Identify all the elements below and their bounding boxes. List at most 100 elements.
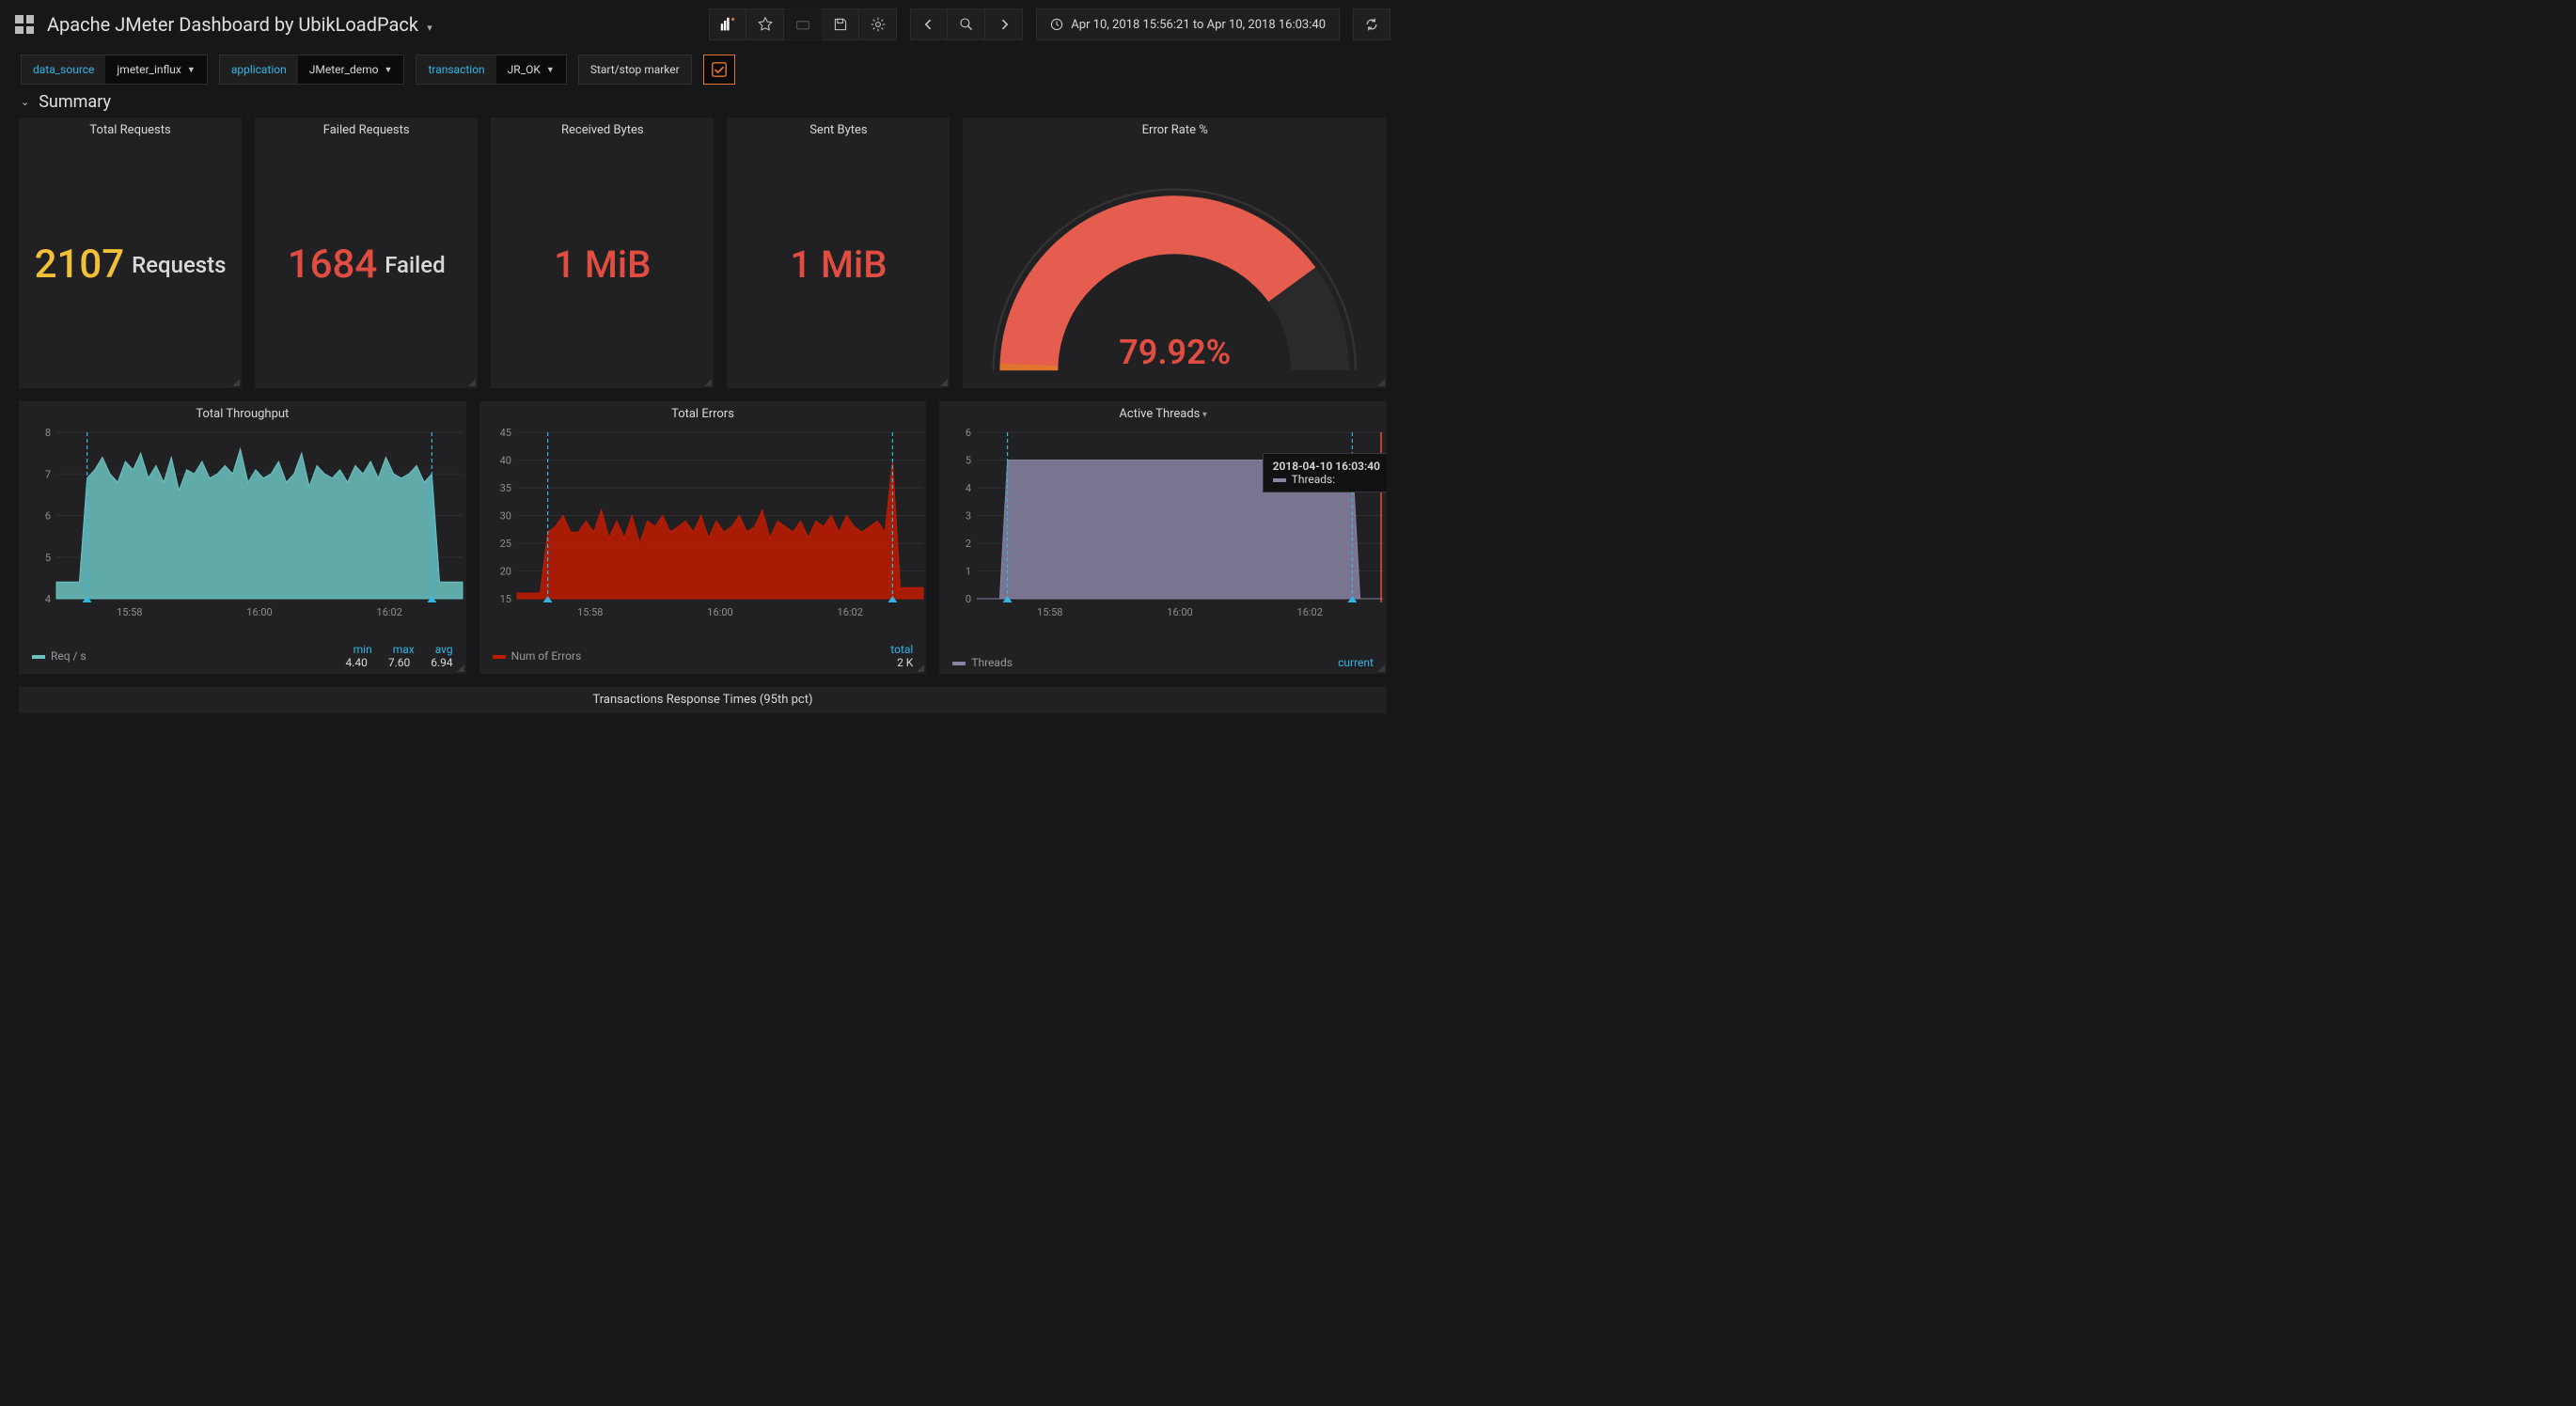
panel-legend: Threads current <box>939 653 1387 674</box>
legend-label: Num of Errors <box>511 649 582 663</box>
svg-text:16:02: 16:02 <box>377 606 402 618</box>
chevron-down-icon: ▼ <box>385 65 393 75</box>
panel-title: Total Errors <box>479 401 927 425</box>
add-panel-button[interactable] <box>709 8 746 40</box>
share-button[interactable] <box>784 8 822 40</box>
panel-row-3: Transactions Response Times (95th pct) <box>0 687 1406 713</box>
svg-text:4: 4 <box>45 593 51 605</box>
settings-button[interactable] <box>859 8 897 40</box>
chart-area[interactable]: 012345615:5816:0016:02 2018-04-10 16:03:… <box>939 425 1387 653</box>
svg-text:40: 40 <box>499 455 510 467</box>
resize-handle[interactable] <box>704 379 712 386</box>
resize-handle[interactable] <box>232 379 240 386</box>
svg-text:16:02: 16:02 <box>1297 606 1323 618</box>
time-next-button[interactable] <box>985 8 1023 40</box>
var-transaction[interactable]: transaction JR_OK▼ <box>416 55 566 85</box>
var-application[interactable]: application JMeter_demo ▼ <box>219 55 405 85</box>
svg-text:7: 7 <box>45 468 51 480</box>
chevron-down-icon: ▾ <box>427 22 432 34</box>
refresh-button[interactable] <box>1353 8 1390 40</box>
svg-text:8: 8 <box>45 429 51 439</box>
svg-text:25: 25 <box>499 538 510 550</box>
panel-total-throughput[interactable]: Total Throughput 4567815:5816:0016:02 Re… <box>19 401 466 674</box>
resize-handle[interactable] <box>917 664 924 672</box>
resize-handle[interactable] <box>457 664 464 672</box>
save-button[interactable] <box>822 8 859 40</box>
panel-total-requests[interactable]: Total Requests 2107 Requests <box>19 117 242 388</box>
panel-row-1: Total Requests 2107 Requests Failed Requ… <box>0 117 1406 388</box>
svg-text:45: 45 <box>499 429 510 439</box>
chart-area[interactable]: 4567815:5816:0016:02 <box>19 425 466 640</box>
svg-text:16:02: 16:02 <box>837 606 862 618</box>
svg-text:35: 35 <box>499 482 510 494</box>
legend-swatch <box>493 655 506 659</box>
template-variable-row: data_source jmeter_influx ▼ application J… <box>0 49 1406 90</box>
var-label: Start/stop marker <box>579 55 691 84</box>
svg-text:15:58: 15:58 <box>1037 606 1062 618</box>
var-data-source[interactable]: data_source jmeter_influx ▼ <box>21 55 208 85</box>
svg-text:16:00: 16:00 <box>246 606 272 618</box>
legend-swatch <box>32 655 45 659</box>
stat-suffix: Failed <box>385 252 445 278</box>
marker-toggle-button[interactable] <box>703 55 735 85</box>
var-label: data_source <box>22 55 105 84</box>
svg-text:30: 30 <box>499 510 510 523</box>
chevron-down-icon: ▼ <box>187 65 196 75</box>
svg-text:6: 6 <box>45 510 51 523</box>
panel-active-threads[interactable]: Active Threads 012345615:5816:0016:02 20… <box>939 401 1387 674</box>
panel-title: Total Throughput <box>19 401 466 425</box>
var-label: application <box>220 55 298 84</box>
dashboard-grid-icon[interactable] <box>15 15 34 34</box>
svg-text:4: 4 <box>966 482 971 494</box>
time-prev-button[interactable] <box>910 8 948 40</box>
legend-swatch <box>952 662 966 665</box>
panel-title: Received Bytes <box>491 117 714 141</box>
dashboard-title[interactable]: Apache JMeter Dashboard by UbikLoadPack … <box>47 13 432 36</box>
stat-value: 1 MiB <box>554 242 651 287</box>
panel-title: Failed Requests <box>255 117 478 141</box>
panel-legend: Req / s minmaxavg 4.407.606.94 <box>19 640 466 674</box>
var-label: transaction <box>416 55 495 84</box>
svg-text:0: 0 <box>966 593 971 605</box>
svg-text:5: 5 <box>966 455 971 467</box>
row-header-summary[interactable]: ⌄ Summary <box>0 90 1406 117</box>
panel-response-times[interactable]: Transactions Response Times (95th pct) <box>19 687 1387 713</box>
resize-handle[interactable] <box>1377 379 1385 386</box>
panel-total-errors[interactable]: Total Errors 1520253035404515:5816:0016:… <box>479 401 927 674</box>
panel-title: Active Threads <box>939 401 1387 425</box>
svg-text:15: 15 <box>499 593 510 605</box>
svg-text:16:00: 16:00 <box>707 606 732 618</box>
svg-text:5: 5 <box>45 552 51 564</box>
panel-legend: Num of Errors total 2 K <box>479 640 927 674</box>
svg-text:2: 2 <box>966 538 971 550</box>
star-button[interactable] <box>746 8 784 40</box>
legend-swatch <box>1273 478 1286 482</box>
svg-text:20: 20 <box>499 566 510 578</box>
panel-received-bytes[interactable]: Received Bytes 1 MiB <box>491 117 714 388</box>
var-value: jmeter_influx <box>117 63 181 76</box>
resize-handle[interactable] <box>940 379 948 386</box>
tooltip-series: Threads: <box>1292 473 1335 486</box>
legend-label: Threads <box>971 656 1013 669</box>
stat-suffix: Requests <box>132 252 226 278</box>
stat-value: 2107 <box>35 242 124 288</box>
toolbar-group-2 <box>910 8 1023 40</box>
stat-value: 1 MiB <box>790 242 887 287</box>
toolbar-group-1 <box>709 8 897 40</box>
resize-handle[interactable] <box>468 379 476 386</box>
panel-row-2: Total Throughput 4567815:5816:0016:02 Re… <box>0 401 1406 674</box>
resize-handle[interactable] <box>1377 664 1385 672</box>
panel-error-rate[interactable]: Error Rate % 79.92% <box>963 117 1387 388</box>
time-range-picker[interactable]: Apr 10, 2018 15:56:21 to Apr 10, 2018 16… <box>1036 8 1340 40</box>
svg-text:6: 6 <box>966 429 971 439</box>
time-range-text: Apr 10, 2018 15:56:21 to Apr 10, 2018 16… <box>1071 18 1326 32</box>
topbar: Apache JMeter Dashboard by UbikLoadPack … <box>0 0 1406 49</box>
panel-failed-requests[interactable]: Failed Requests 1684 Failed <box>255 117 478 388</box>
panel-sent-bytes[interactable]: Sent Bytes 1 MiB <box>727 117 950 388</box>
chart-area[interactable]: 1520253035404515:5816:0016:02 <box>479 425 927 640</box>
zoom-out-button[interactable] <box>948 8 985 40</box>
clock-icon <box>1050 18 1063 31</box>
var-value: JMeter_demo <box>309 63 379 76</box>
panel-title: Total Requests <box>19 117 242 141</box>
svg-text:1: 1 <box>966 566 971 578</box>
